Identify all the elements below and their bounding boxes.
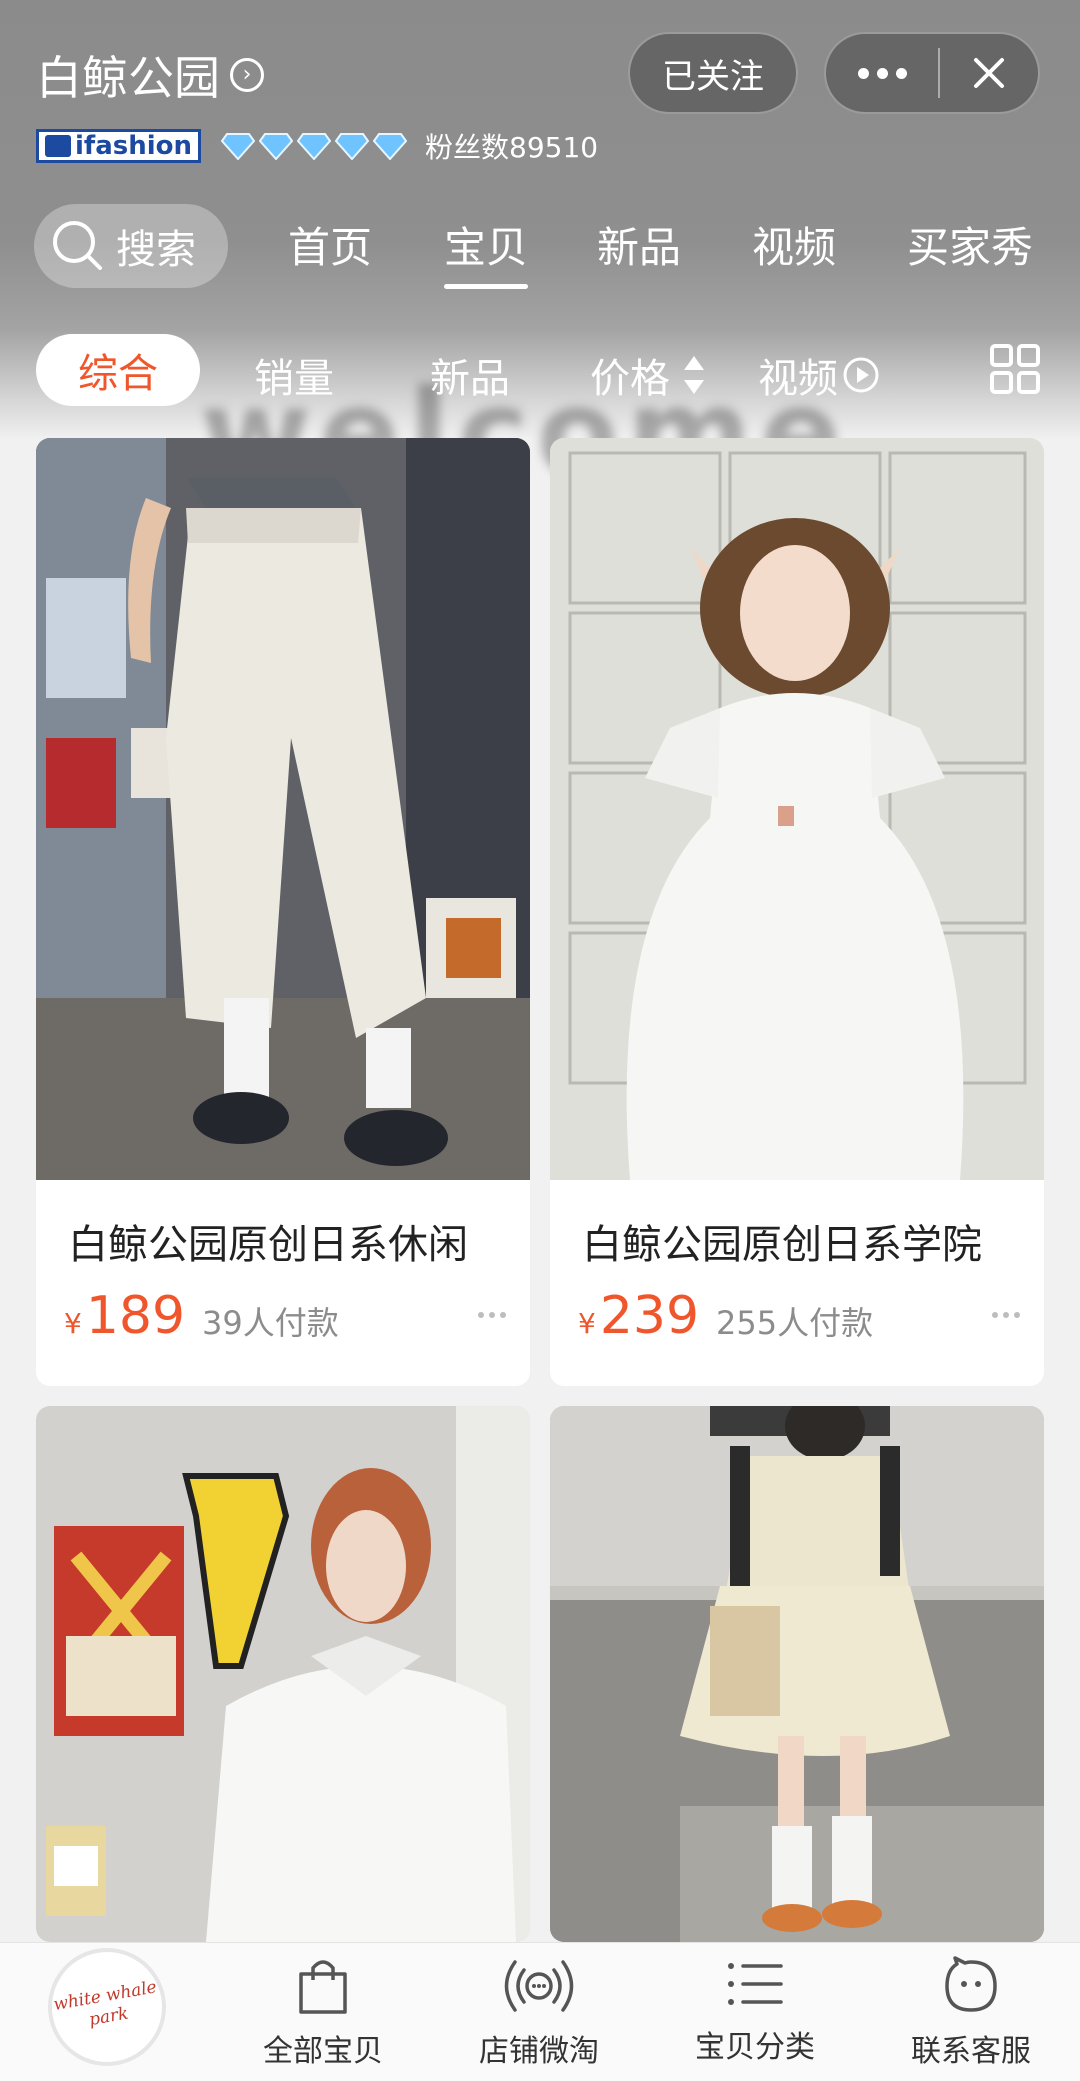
search-label: 搜索 bbox=[116, 227, 196, 273]
shopping-bag-icon bbox=[299, 1960, 347, 2014]
tab-customer-service[interactable]: 联系客服 bbox=[871, 1956, 1071, 2070]
more-options-icon[interactable] bbox=[826, 67, 938, 79]
sort-comprehensive[interactable]: 综合 bbox=[36, 334, 200, 406]
shop-rating-diamonds bbox=[221, 132, 408, 160]
diamond-icon bbox=[259, 133, 294, 160]
sort-sales[interactable]: 销量 bbox=[254, 346, 334, 404]
tmall-cat-icon bbox=[45, 135, 71, 157]
shop-badges: ifashion 粉丝数89510 bbox=[36, 126, 598, 166]
list-icon bbox=[728, 1963, 783, 2005]
tab-label: 联系客服 bbox=[911, 2034, 1031, 2069]
tab-new[interactable]: 新品 bbox=[597, 214, 681, 275]
currency-symbol: ¥ bbox=[578, 1307, 596, 1340]
tab-label: 全部宝贝 bbox=[263, 2034, 383, 2069]
tab-categories[interactable]: 宝贝分类 bbox=[655, 1956, 855, 2066]
product-image-white-shirt[interactable] bbox=[36, 1406, 530, 1942]
tab-label: 宝贝分类 bbox=[695, 2030, 815, 2065]
grid-view-icon[interactable] bbox=[990, 344, 1040, 398]
tab-video[interactable]: 视频 bbox=[752, 214, 836, 275]
tab-label: 店铺微淘 bbox=[479, 2034, 599, 2069]
sort-arrows-icon bbox=[684, 356, 704, 394]
product-card[interactable]: 白鲸公园原创日系学院 ¥ 239 255人付款 bbox=[550, 438, 1044, 1386]
sold-count: 39人付款 bbox=[202, 1304, 339, 1342]
product-image-beige-dress[interactable] bbox=[550, 1406, 1044, 1942]
product-title: 白鲸公园原创日系学院 bbox=[582, 1222, 982, 1268]
diamond-icon bbox=[221, 133, 256, 160]
play-circle-icon bbox=[843, 357, 879, 393]
product-card[interactable] bbox=[36, 1406, 530, 1942]
sold-count: 255人付款 bbox=[716, 1304, 874, 1342]
fans-count: 粉丝数89510 bbox=[425, 131, 599, 164]
product-card[interactable]: 白鲸公园原创日系休闲 ¥ 189 39人付款 bbox=[36, 438, 530, 1386]
diamond-icon bbox=[373, 133, 408, 160]
chat-bubble-icon bbox=[945, 1956, 997, 2012]
ifashion-badge: ifashion bbox=[36, 129, 202, 163]
sort-video[interactable]: 视频 bbox=[758, 346, 880, 404]
broadcast-icon bbox=[504, 1960, 574, 2012]
tab-buyer-show[interactable]: 买家秀 bbox=[907, 214, 1033, 275]
product-image-wide-pants[interactable] bbox=[36, 438, 530, 1180]
search-icon bbox=[53, 221, 102, 270]
product-card[interactable] bbox=[550, 1406, 1044, 1942]
more-dots-icon[interactable] bbox=[992, 1312, 1020, 1318]
diamond-icon bbox=[335, 133, 370, 160]
tab-shop-feed[interactable]: 店铺微淘 bbox=[439, 1956, 639, 2070]
sort-new[interactable]: 新品 bbox=[430, 346, 510, 404]
mini-program-capsule bbox=[824, 32, 1040, 114]
product-title: 白鲸公园原创日系休闲 bbox=[68, 1222, 468, 1268]
ifashion-label: ifashion bbox=[75, 131, 193, 161]
product-price: ¥ 189 bbox=[64, 1286, 185, 1346]
tab-home[interactable]: 首页 bbox=[288, 214, 372, 275]
chevron-right-icon: › bbox=[230, 58, 264, 92]
diamond-icon bbox=[297, 133, 332, 160]
product-price: ¥ 239 bbox=[578, 1286, 699, 1346]
sort-price[interactable]: 价格 bbox=[590, 346, 708, 404]
price-value: 239 bbox=[599, 1286, 700, 1346]
sort-price-label: 价格 bbox=[590, 356, 670, 402]
more-dots-icon[interactable] bbox=[478, 1312, 506, 1318]
shop-title[interactable]: 白鲸公园 › bbox=[36, 42, 264, 108]
follow-button[interactable]: 已关注 bbox=[628, 32, 798, 114]
shop-name: 白鲸公园 bbox=[36, 51, 220, 105]
currency-symbol: ¥ bbox=[64, 1307, 82, 1340]
tab-products[interactable]: 宝贝 bbox=[444, 214, 529, 289]
sort-video-label: 视频 bbox=[758, 356, 838, 402]
product-image-white-dress[interactable] bbox=[550, 438, 1044, 1180]
search-button[interactable]: 搜索 bbox=[34, 204, 228, 288]
close-icon[interactable] bbox=[940, 56, 1038, 90]
tab-all-products[interactable]: 全部宝贝 bbox=[223, 1956, 423, 2070]
price-value: 189 bbox=[85, 1286, 186, 1346]
